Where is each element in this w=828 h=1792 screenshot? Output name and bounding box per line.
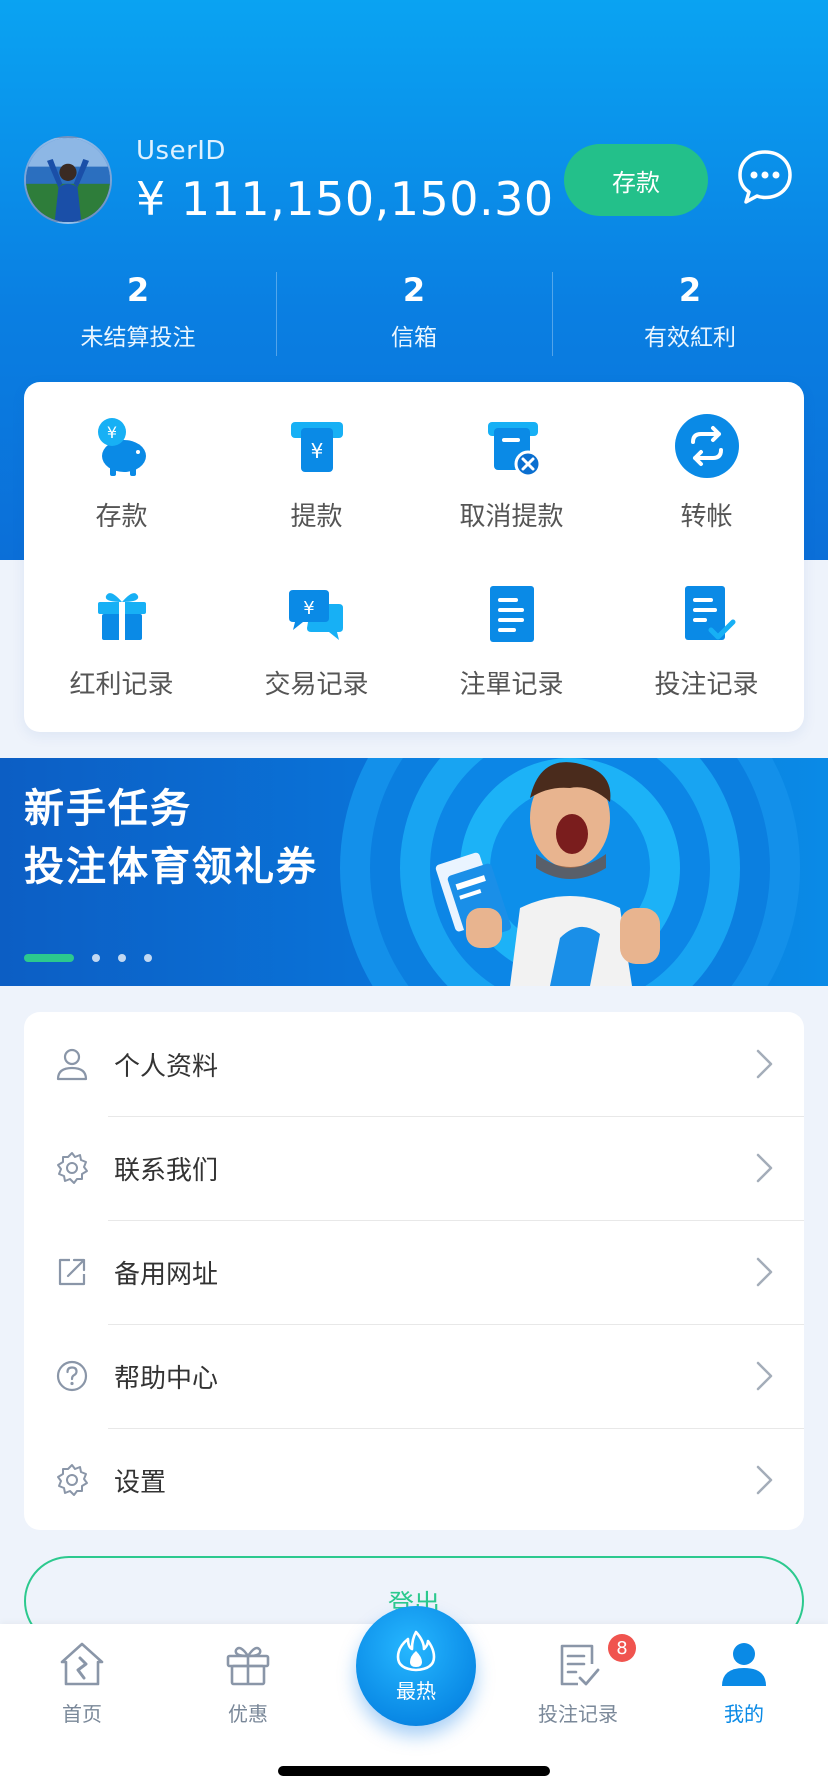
menu-label: 备用网址 [114, 1259, 219, 1290]
menu-label: 联系我们 [114, 1155, 219, 1186]
action-bet-record[interactable]: 投注记录 [609, 578, 804, 746]
banner-line2: 投注体育领礼券 [24, 844, 318, 890]
action-label: 红利记录 [69, 670, 174, 700]
stat-unsettled-bets[interactable]: 2 未结算投注 [0, 268, 276, 360]
banner-title: 新手任务 投注体育领礼券 [24, 780, 318, 896]
tab-mine[interactable]: 我的 [684, 1638, 804, 1727]
action-transaction-record[interactable]: ¥ 交易记录 [219, 578, 414, 746]
action-label: 注單记录 [459, 670, 564, 700]
action-withdraw[interactable]: ¥ 提款 [219, 410, 414, 578]
svg-text:¥: ¥ [106, 423, 116, 442]
transaction-icon: ¥ [288, 590, 343, 640]
stat-value: 2 [126, 271, 150, 309]
menu-label: 个人资料 [114, 1051, 219, 1082]
balance-amount: ¥ 111,150,150.30 [136, 172, 554, 226]
cancel-withdraw-icon [487, 422, 541, 478]
action-label: 取消提款 [459, 502, 564, 532]
stat-label: 有效紅利 [644, 325, 736, 351]
menu-label: 设置 [114, 1467, 167, 1498]
transfer-icon [674, 414, 739, 478]
menu-item-help[interactable]: 帮助中心 [24, 1324, 804, 1428]
action-label: 提款 [290, 502, 343, 532]
carousel-dot[interactable] [92, 954, 100, 962]
hot-label: 最热 [396, 1678, 436, 1703]
bet-record-icon [560, 1644, 600, 1686]
settings-icon [57, 1464, 88, 1496]
quick-actions-card: ¥ 存款 ¥ 提款 取消提款 转帐 红利记录 ¥ 交易记录 注單记录 投注记录 [24, 382, 804, 732]
withdraw-icon: ¥ [290, 422, 343, 472]
stat-label: 未结算投注 [80, 325, 196, 351]
banner-player-image [435, 762, 660, 986]
carousel-dot-active[interactable] [24, 954, 74, 962]
gift-icon [97, 593, 146, 640]
chevron-right-icon [756, 1049, 773, 1079]
stat-inbox[interactable]: 2 信箱 [276, 268, 552, 360]
tab-label: 我的 [724, 1702, 764, 1726]
tab-label: 投注记录 [538, 1702, 618, 1726]
gear-icon [57, 1152, 88, 1184]
action-deposit[interactable]: ¥ 存款 [24, 410, 219, 578]
menu-item-profile[interactable]: 个人资料 [24, 1012, 804, 1116]
promo-banner[interactable]: 新手任务 投注体育领礼券 [0, 758, 828, 986]
action-label: 投注记录 [654, 670, 759, 700]
action-bet-slip-record[interactable]: 注單记录 [414, 578, 609, 746]
hot-center-button[interactable]: 最热 [356, 1606, 476, 1726]
deposit-button[interactable]: 存款 [564, 144, 708, 216]
menu-item-backup-url[interactable]: 备用网址 [24, 1220, 804, 1324]
avatar[interactable] [24, 136, 112, 224]
action-label: 存款 [95, 502, 148, 532]
chevron-right-icon [756, 1361, 773, 1391]
svg-text:¥: ¥ [310, 439, 323, 463]
menu-item-settings[interactable]: 设置 [24, 1428, 804, 1532]
gift-icon [226, 1646, 270, 1686]
user-icon [56, 1048, 88, 1081]
action-cancel-withdraw[interactable]: 取消提款 [414, 410, 609, 578]
chevron-right-icon [756, 1465, 773, 1495]
chevron-right-icon [756, 1153, 773, 1183]
chevron-right-icon [756, 1257, 773, 1287]
bet-slip-icon [489, 586, 534, 642]
action-label: 转帐 [680, 502, 733, 532]
carousel-dot[interactable] [144, 954, 152, 962]
stat-value: 2 [402, 271, 426, 309]
piggy-bank-icon: ¥ [97, 418, 146, 476]
action-transfer[interactable]: 转帐 [609, 410, 804, 578]
home-indicator [278, 1766, 550, 1776]
tab-promo[interactable]: 优惠 [188, 1638, 308, 1727]
tab-label: 优惠 [228, 1702, 268, 1726]
help-icon [56, 1360, 88, 1392]
home-icon [60, 1642, 104, 1686]
menu-label: 帮助中心 [114, 1363, 219, 1394]
stat-value: 2 [678, 271, 702, 309]
banner-line1: 新手任务 [24, 786, 192, 832]
stats-row: 2 未结算投注 2 信箱 2 有效紅利 [0, 268, 828, 360]
action-bonus-record[interactable]: 红利记录 [24, 578, 219, 746]
tab-home[interactable]: 首页 [22, 1638, 142, 1727]
carousel-dots [24, 954, 152, 962]
flame-icon [396, 1630, 436, 1671]
settings-menu: 个人资料 联系我们 备用网址 帮助中心 设置 [24, 1012, 804, 1530]
menu-item-contact[interactable]: 联系我们 [24, 1116, 804, 1220]
tab-label: 首页 [62, 1702, 102, 1726]
chat-bubble-icon[interactable] [736, 148, 794, 206]
stat-label: 信箱 [391, 325, 437, 351]
stat-valid-bonus[interactable]: 2 有效紅利 [552, 268, 828, 360]
svg-text:¥: ¥ [303, 598, 314, 619]
external-link-icon [58, 1258, 86, 1286]
action-label: 交易记录 [264, 670, 369, 700]
user-id-label: UserID [136, 136, 226, 166]
user-filled-icon [722, 1643, 766, 1686]
carousel-dot[interactable] [118, 954, 126, 962]
notification-badge: 8 [608, 1634, 636, 1662]
bet-record-icon [684, 586, 735, 640]
